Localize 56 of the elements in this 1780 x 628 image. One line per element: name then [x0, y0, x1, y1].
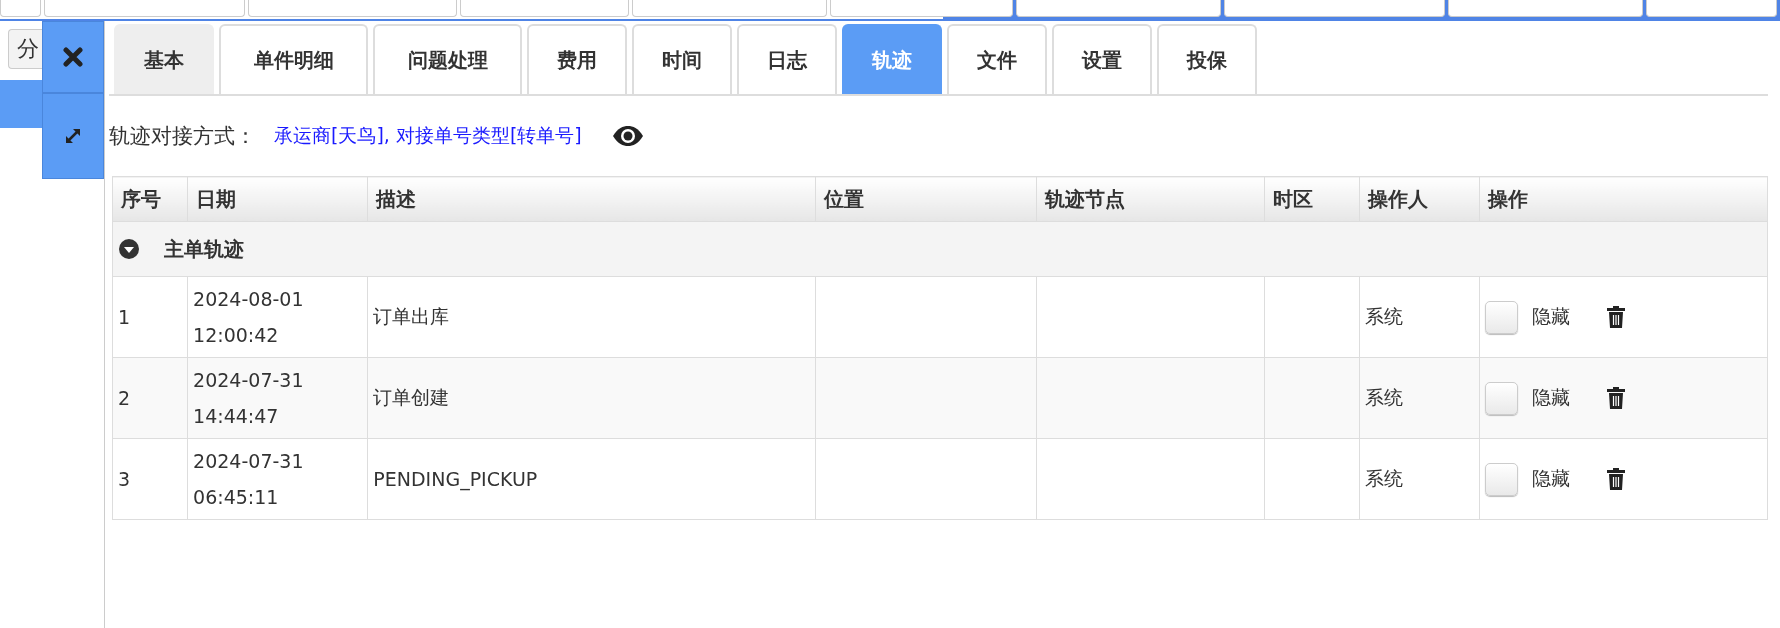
- column-header: 描述: [367, 176, 816, 222]
- eye-icon[interactable]: [611, 125, 644, 147]
- tab-fragment[interactable]: [248, 0, 457, 17]
- tab[interactable]: 设置: [1052, 24, 1152, 94]
- table-cell: 订单创建: [367, 357, 816, 439]
- tab[interactable]: 投保: [1157, 24, 1257, 94]
- tab[interactable]: 文件: [947, 24, 1047, 94]
- close-button[interactable]: [42, 21, 104, 93]
- track-source-value: 承运商[天鸟], 对接单号类型[转单号]: [274, 123, 582, 148]
- column-header: 时区: [1264, 176, 1360, 222]
- column-header: 轨迹节点: [1036, 176, 1265, 222]
- side-button[interactable]: 分: [8, 29, 43, 69]
- checkbox-label: 隐藏: [1531, 304, 1570, 329]
- tab-fragment[interactable]: [1447, 0, 1644, 17]
- table-cell: 系统: [1359, 438, 1480, 520]
- column-header: 位置: [815, 176, 1037, 222]
- table-cell: PENDING_PICKUP: [367, 438, 816, 520]
- checkbox[interactable]: [1484, 381, 1518, 415]
- checkbox-label: 隐藏: [1531, 466, 1570, 491]
- tab-fragment[interactable]: [1015, 0, 1221, 17]
- side-highlight: [0, 80, 43, 128]
- tab[interactable]: 基本: [114, 24, 214, 94]
- table-cell: 1: [112, 276, 188, 358]
- tab-fragment[interactable]: [459, 0, 630, 17]
- checkbox[interactable]: [1484, 462, 1518, 496]
- table-cell: 系统: [1359, 276, 1480, 358]
- tab[interactable]: 单件明细: [219, 24, 368, 94]
- tab-fragment[interactable]: [1223, 0, 1445, 17]
- checkbox[interactable]: [1484, 300, 1518, 334]
- tab-fragment[interactable]: [1646, 0, 1777, 17]
- table-cell: 系统: [1359, 357, 1480, 439]
- table-cell: 2024-07-31 14:44:47: [187, 357, 368, 439]
- close-icon: [63, 47, 84, 67]
- column-header: 序号: [112, 176, 188, 222]
- checkbox-label: 隐藏: [1531, 385, 1570, 410]
- table-cell: 订单出库: [367, 276, 816, 358]
- column-header: 日期: [187, 176, 368, 222]
- group-title: 主单轨迹: [164, 235, 244, 263]
- tab[interactable]: 时间: [632, 24, 732, 94]
- collapse-icon[interactable]: [118, 238, 140, 260]
- trash-icon[interactable]: [1605, 386, 1626, 410]
- column-header: 操作: [1479, 176, 1768, 222]
- tab[interactable]: 费用: [527, 24, 627, 94]
- tab-fragment[interactable]: [830, 0, 1013, 17]
- track-source-label: 轨迹对接方式：: [109, 123, 256, 150]
- tab[interactable]: 日志: [737, 24, 837, 94]
- table-cell: 3: [112, 438, 188, 520]
- column-header: 操作人: [1359, 176, 1480, 222]
- tab-fragment[interactable]: [632, 0, 828, 17]
- tab[interactable]: 问题处理: [373, 24, 522, 94]
- table-cell: 2: [112, 357, 188, 439]
- tab-fragment[interactable]: [0, 0, 41, 17]
- trash-icon[interactable]: [1605, 305, 1626, 329]
- trash-icon[interactable]: [1605, 467, 1626, 491]
- table-cell: 2024-08-01 12:00:42: [187, 276, 368, 358]
- table-cell: 2024-07-31 06:45:11: [187, 438, 368, 520]
